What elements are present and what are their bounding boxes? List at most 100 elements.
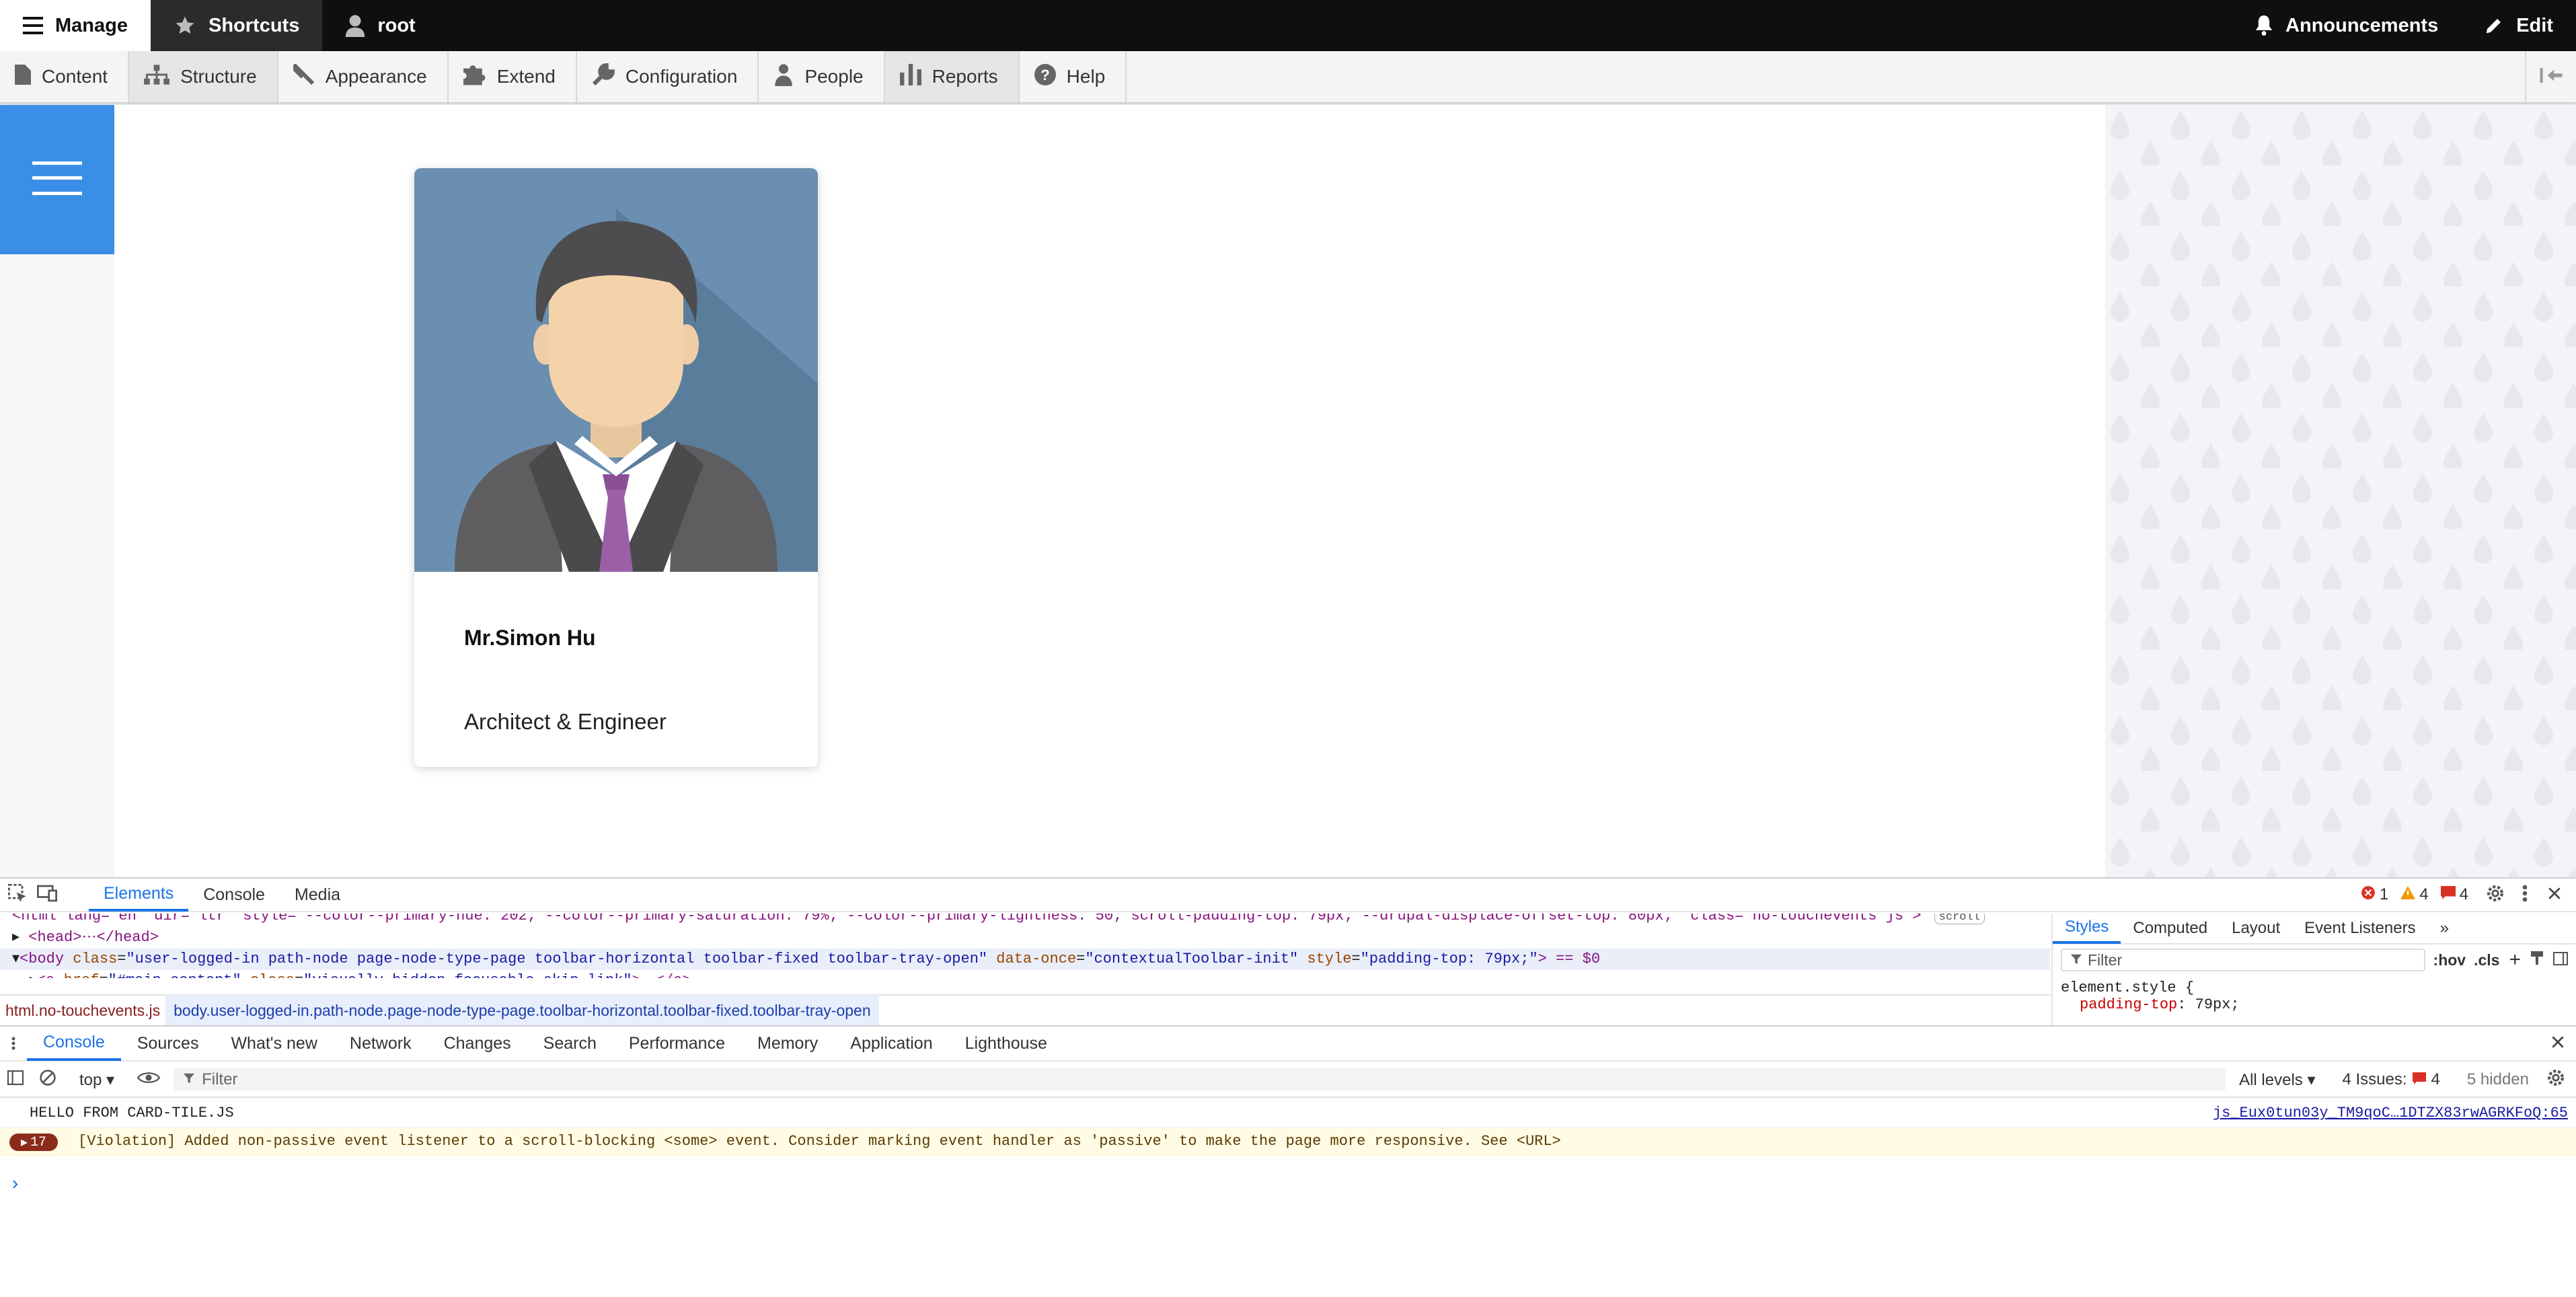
error-count: 1: [2379, 885, 2389, 903]
anchor-class-attr: class: [250, 972, 295, 978]
log-levels-dropdown[interactable]: All levels ▾: [2239, 1070, 2315, 1090]
puzzle-icon: [463, 64, 486, 90]
drawer-tab-application[interactable]: Application: [834, 1026, 948, 1061]
tab-elements[interactable]: Elements: [89, 878, 189, 912]
body-class-value: "user-logged-in path-node page-node-type…: [126, 951, 988, 967]
more-options-button[interactable]: [2510, 880, 2540, 910]
inspect-element-button[interactable]: [3, 880, 32, 910]
dom-node-body[interactable]: ▾<body class="user-logged-in path-node p…: [0, 949, 2050, 970]
sidebar-toggle-icon[interactable]: [2553, 951, 2568, 969]
tray-item-help[interactable]: ? Help: [1020, 51, 1127, 102]
gear-icon: [2486, 884, 2505, 906]
anchor-href-value[interactable]: "#main-content": [108, 972, 241, 978]
tray-item-structure[interactable]: Structure: [129, 51, 278, 102]
inspect-icon: [8, 883, 27, 906]
more-tabs-button[interactable]: »: [2428, 913, 2461, 944]
breadcrumb-body[interactable]: body.user-logged-in.path-node.page-node-…: [165, 995, 879, 1026]
console-filter-input[interactable]: Filter: [174, 1068, 2226, 1091]
drawer-tab-network[interactable]: Network: [334, 1026, 428, 1061]
tray-item-content[interactable]: Content: [0, 51, 130, 102]
issues-count: 4: [2459, 885, 2468, 903]
issues-counter[interactable]: 4: [2440, 885, 2468, 904]
drawer-tab-performance[interactable]: Performance: [613, 1026, 741, 1061]
tray-item-reports[interactable]: Reports: [884, 51, 1020, 102]
hamburger-menu-button[interactable]: [0, 105, 114, 254]
scroll-badge[interactable]: scroll: [1934, 914, 1985, 924]
close-icon: [2547, 886, 2562, 904]
tray-item-people[interactable]: People: [759, 51, 885, 102]
tab-event-listeners[interactable]: Event Listeners: [2292, 913, 2427, 944]
add-rule-icon[interactable]: +: [2509, 949, 2521, 971]
announcements-button[interactable]: Announcements: [2232, 0, 2461, 51]
console-filter-placeholder: Filter: [202, 1070, 238, 1088]
tray-item-configuration[interactable]: Configuration: [577, 51, 759, 102]
drawer-tab-memory[interactable]: Memory: [741, 1026, 834, 1061]
announcements-label: Announcements: [2285, 14, 2439, 36]
drawer-tab-console[interactable]: Console: [27, 1026, 121, 1061]
warning-counter[interactable]: 4: [2400, 885, 2429, 904]
svg-text:?: ?: [1040, 67, 1050, 83]
dom-node-head[interactable]: ▸ <head>⋯</head>: [0, 927, 2050, 949]
drawer-tab-lighthouse[interactable]: Lighthouse: [949, 1026, 1063, 1061]
tray-item-label: Content: [42, 66, 108, 87]
drawer-menu-icon[interactable]: [0, 1035, 27, 1051]
clear-console-icon[interactable]: [39, 1069, 56, 1091]
source-link[interactable]: js_Eux0tun03y_TM9qoC…1DTZX83rwAGRKFoQ:65: [2213, 1105, 2568, 1121]
issue-flag-icon: [2440, 885, 2456, 904]
person-card[interactable]: Mr.Simon Hu Architect & Engineer: [414, 168, 818, 767]
tab-console[interactable]: Console: [188, 878, 280, 912]
devtools-panel: Elements Console Media 1 4 4 <html lang=…: [0, 877, 2576, 1297]
dom-node-html[interactable]: <html lang="en" dir="ltr" style="--color…: [0, 914, 2050, 927]
menu-icon: [23, 17, 43, 34]
drawer-tab-sources[interactable]: Sources: [121, 1026, 215, 1061]
hov-toggle[interactable]: :hov: [2433, 951, 2466, 969]
user-button[interactable]: root: [322, 0, 438, 51]
tray-item-label: Help: [1066, 66, 1106, 87]
styles-filter-placeholder: Filter: [2088, 951, 2123, 969]
rule-value[interactable]: 79px;: [2195, 996, 2240, 1013]
body-once-attr: data-once: [996, 951, 1077, 967]
hidden-count: 5 hidden: [2466, 1070, 2529, 1088]
console-settings-icon[interactable]: [2546, 1068, 2565, 1092]
cls-toggle[interactable]: .cls: [2474, 951, 2499, 969]
tab-computed[interactable]: Computed: [2121, 913, 2220, 944]
context-selector[interactable]: top ▾: [79, 1070, 114, 1090]
element-style-rule: element.style { padding-top: 79px;: [2053, 975, 2576, 1017]
issues-summary[interactable]: 4 Issues: 4: [2343, 1070, 2440, 1089]
pencil-icon: [2484, 15, 2504, 36]
rule-selector: element.style {: [2061, 979, 2195, 996]
error-icon: [2361, 885, 2376, 905]
warning-icon: [2400, 885, 2416, 904]
manage-button[interactable]: Manage: [0, 0, 151, 51]
close-devtools-button[interactable]: [2540, 880, 2569, 910]
sidebar-toggle-icon[interactable]: [7, 1070, 24, 1090]
tray-item-appearance[interactable]: Appearance: [278, 51, 449, 102]
shortcuts-label: Shortcuts: [208, 14, 300, 36]
drawer-tab-search[interactable]: Search: [527, 1026, 613, 1061]
tab-styles[interactable]: Styles: [2053, 913, 2121, 944]
head-tag: <head>⋯</head>: [28, 929, 159, 946]
document-icon: [15, 64, 31, 89]
error-counter[interactable]: 1: [2361, 885, 2388, 905]
rule-property[interactable]: padding-top: [2080, 996, 2177, 1013]
dom-node-anchor[interactable]: ▸<a href="#main-content" class="visually…: [0, 970, 2050, 978]
drawer-tab-changes[interactable]: Changes: [428, 1026, 527, 1061]
tab-layout[interactable]: Layout: [2220, 913, 2292, 944]
styles-filter-input[interactable]: Filter: [2061, 949, 2425, 971]
drawer-tab-whats-new[interactable]: What's new: [215, 1026, 333, 1061]
eye-icon[interactable]: [137, 1070, 161, 1090]
close-drawer-button[interactable]: [2550, 1035, 2565, 1053]
tray-item-extend[interactable]: Extend: [449, 51, 577, 102]
console-violation[interactable]: ▸ 17 [Violation] Added non-passive event …: [0, 1127, 2576, 1156]
shortcuts-button[interactable]: Shortcuts: [150, 0, 323, 51]
edit-button[interactable]: Edit: [2461, 0, 2576, 51]
settings-button[interactable]: [2480, 880, 2510, 910]
console-prompt[interactable]: ›: [9, 1175, 21, 1195]
device-toolbar-button[interactable]: [32, 880, 62, 910]
breadcrumb-html[interactable]: html.no-touchevents.js: [0, 1002, 165, 1020]
collapse-tray-button[interactable]: [2525, 51, 2576, 102]
paint-icon[interactable]: [2530, 951, 2544, 969]
body-suffix: > == $0: [1538, 951, 1601, 967]
body-style-attr: style: [1307, 951, 1352, 967]
tab-media[interactable]: Media: [280, 878, 355, 912]
